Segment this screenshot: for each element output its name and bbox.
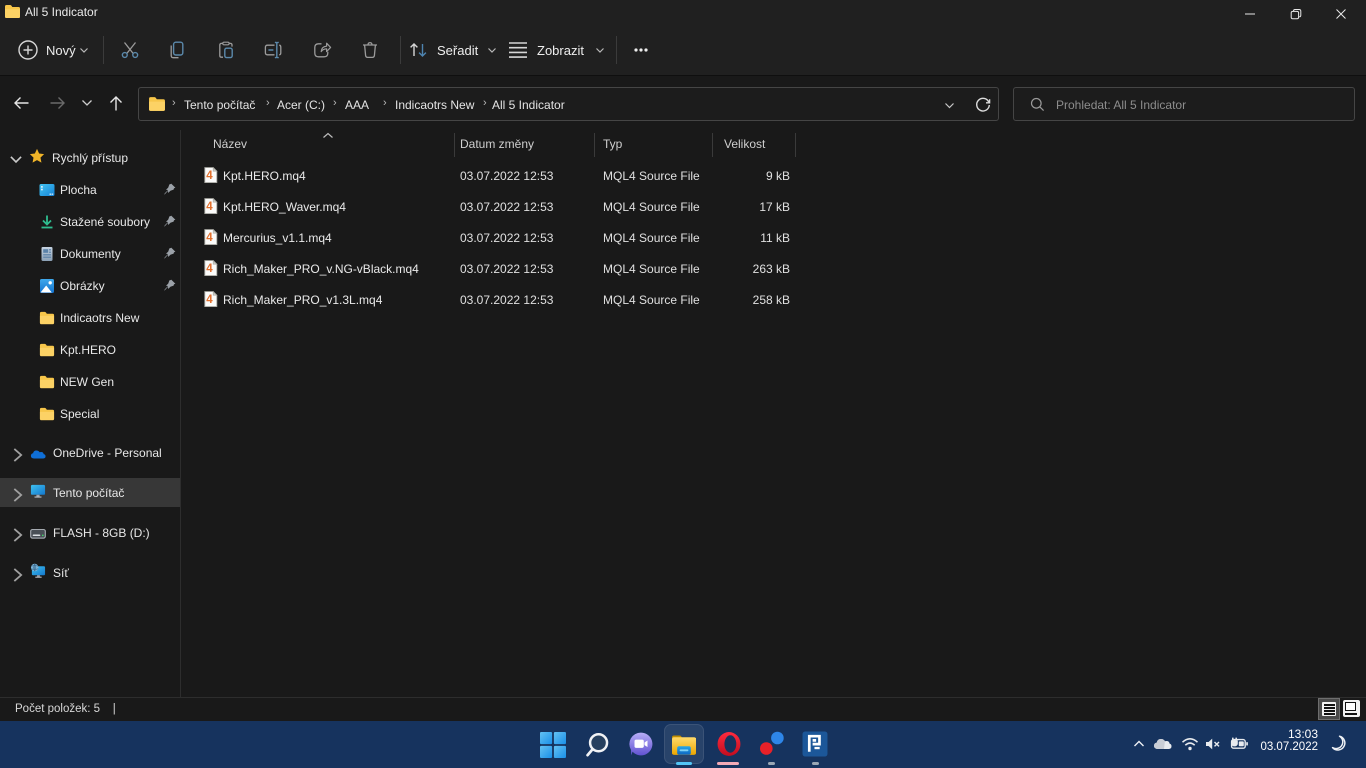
svg-text:4: 4: [206, 294, 213, 306]
svg-text:4: 4: [206, 263, 213, 275]
svg-text:4: 4: [206, 201, 213, 213]
svg-text:4: 4: [206, 170, 213, 182]
svg-text:4: 4: [206, 232, 213, 244]
